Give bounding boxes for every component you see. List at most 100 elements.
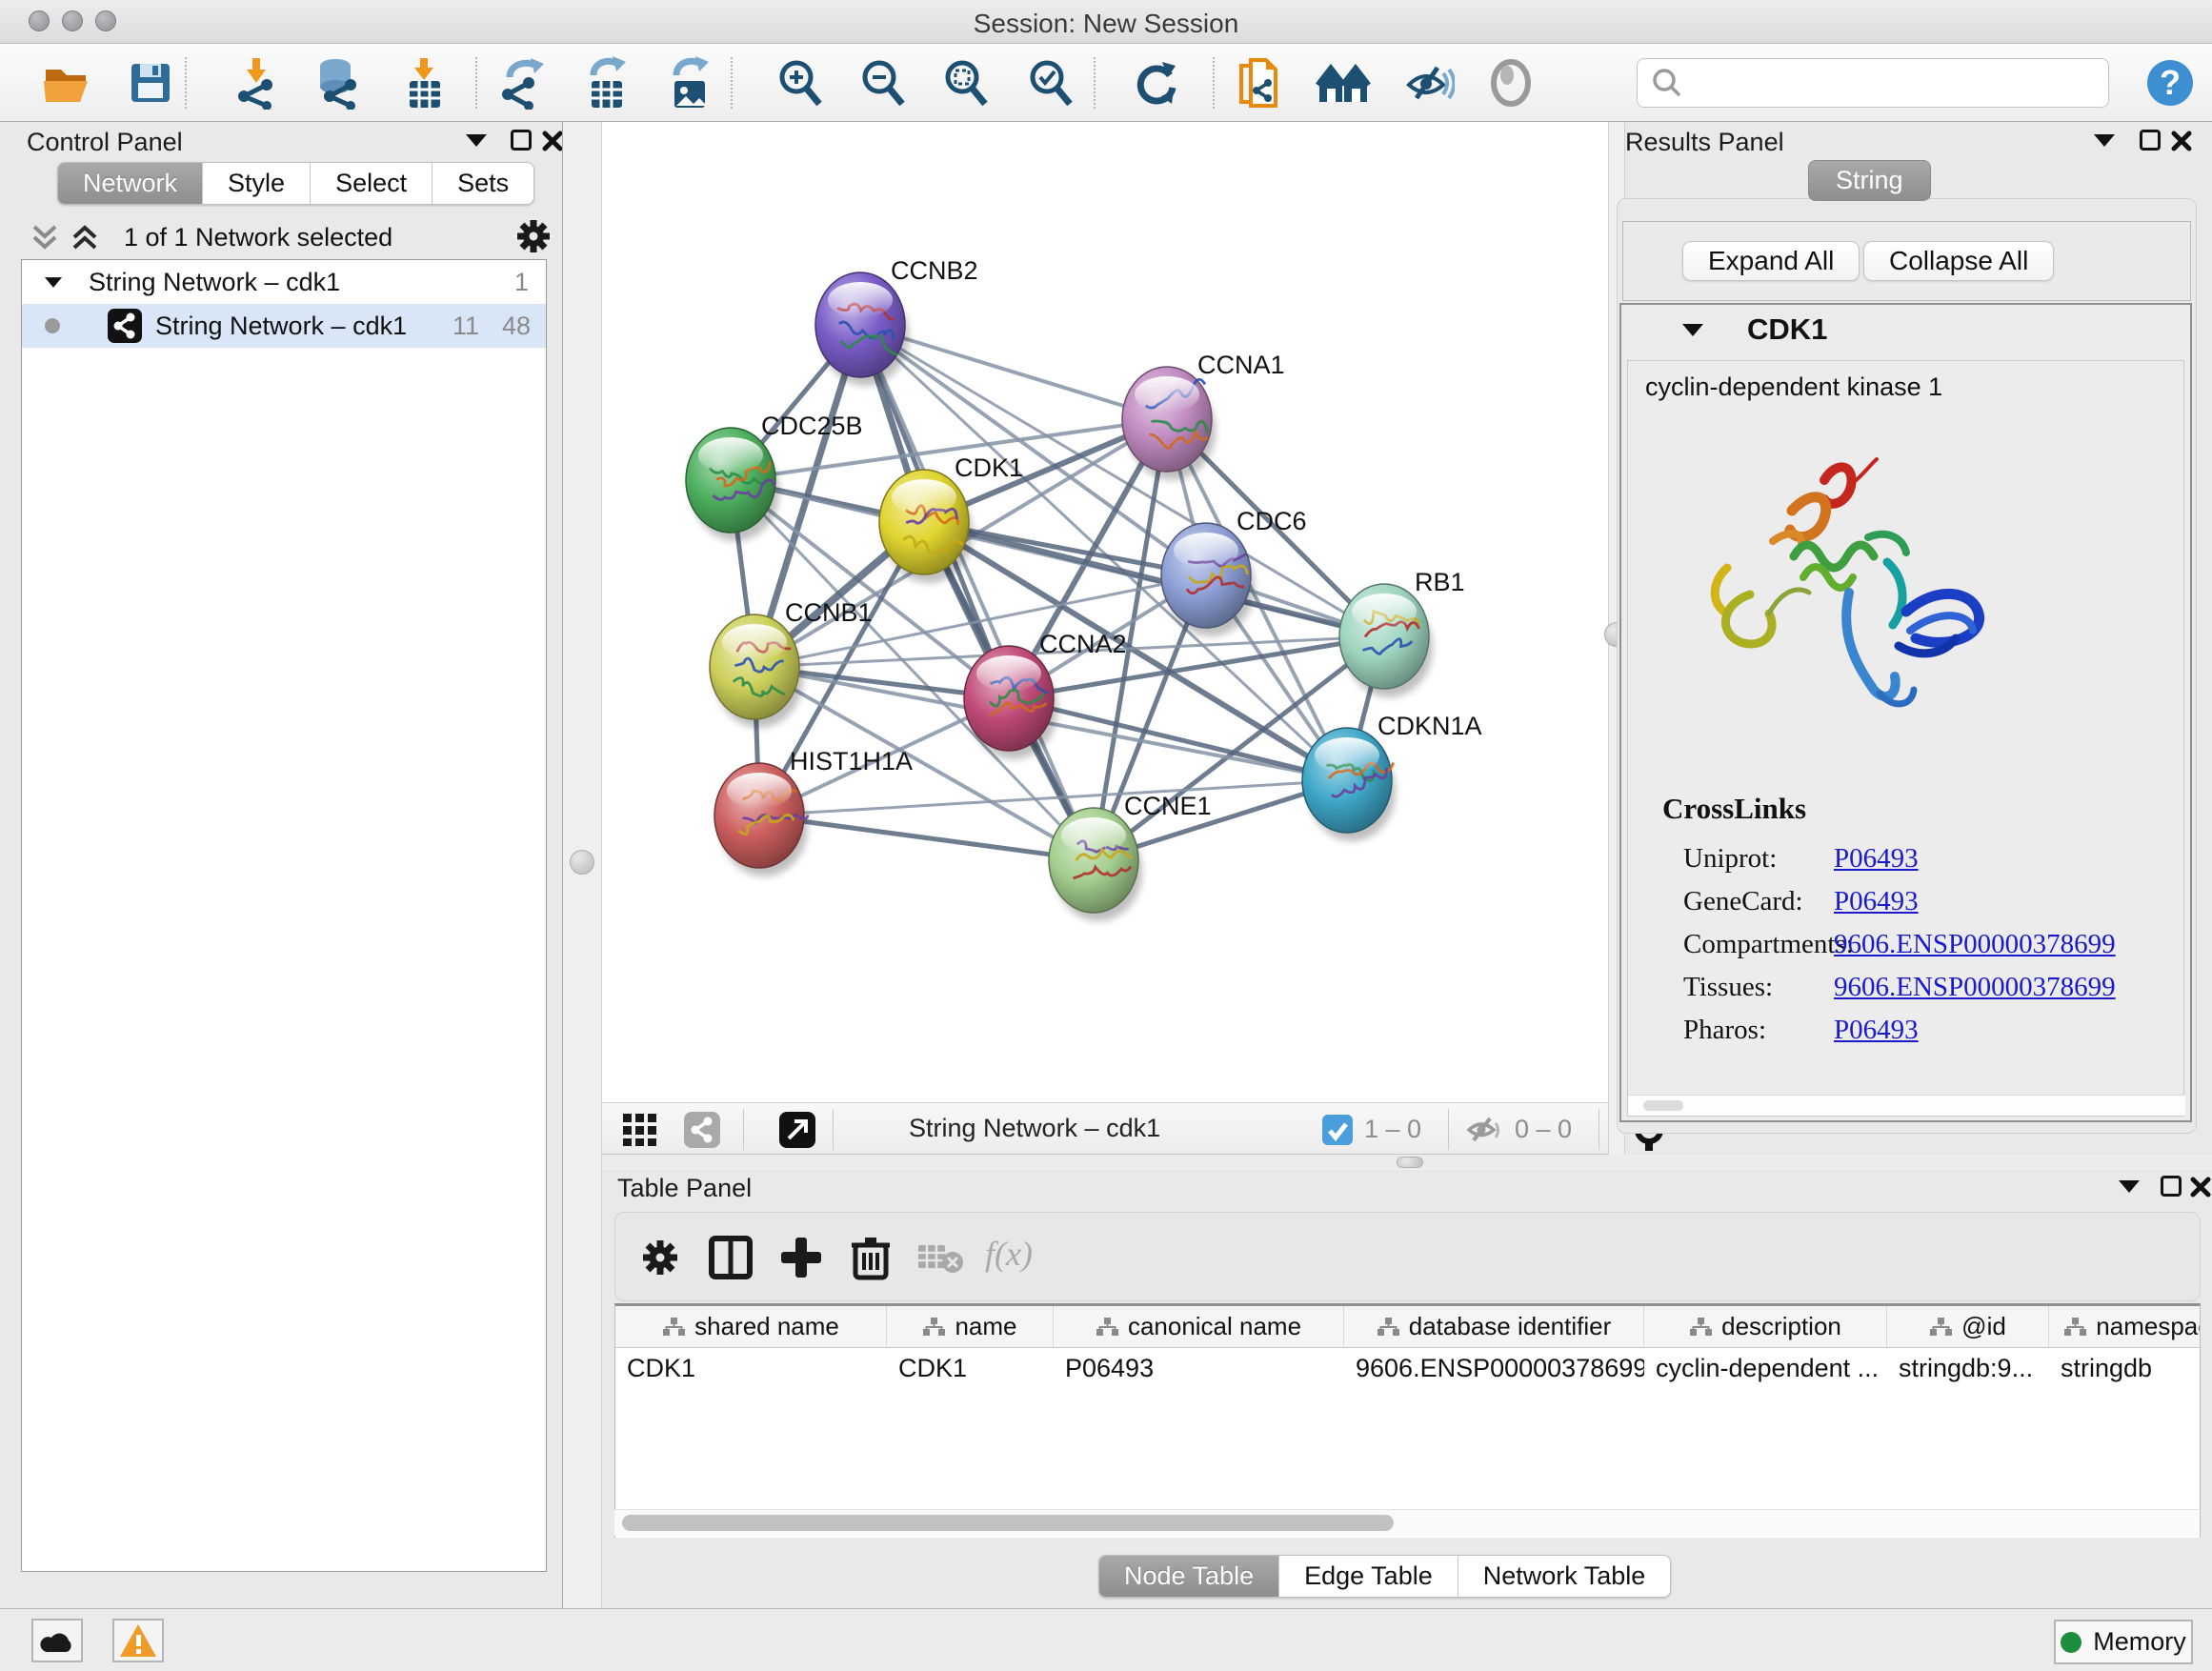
zoom-out-icon[interactable] [855,54,912,111]
network-options-gear-icon[interactable] [514,217,553,255]
add-row-icon[interactable] [779,1236,823,1279]
network-tree: String Network – cdk1 1 String Network –… [21,259,547,1572]
protein-node-RB1[interactable]: RB1 [1339,568,1465,697]
table-cell[interactable]: 9606.ENSP00000378699 [1344,1354,1644,1383]
search-input[interactable] [1689,59,2108,107]
tab-select[interactable]: Select [311,163,432,204]
import-table-icon[interactable] [396,54,453,111]
protein-node-CCNA1[interactable]: CCNA1 [1122,351,1285,480]
tab-string[interactable]: String [1808,160,1931,201]
bar-divider [833,1109,834,1150]
results-panel-close-icon[interactable] [2170,130,2193,152]
results-panel-collapse-icon[interactable] [2094,134,2115,147]
network-row[interactable]: String Network – cdk1 11 48 [22,304,546,348]
table-cell[interactable]: stringdb:9... [1887,1354,2049,1383]
open-in-new-icon[interactable] [779,1112,815,1148]
column-header-namespace[interactable]: namespace [2049,1306,2201,1347]
crosslink-link[interactable]: P06493 [1834,886,1919,917]
hidden-eye-slash-icon [1465,1114,1505,1146]
protein-collapse-icon[interactable] [1682,324,1703,336]
expand-all-button[interactable]: Expand All [1682,241,1860,281]
table-cell[interactable]: P06493 [1054,1354,1344,1383]
show-all-icon[interactable] [1482,54,1539,111]
collapse-all-button[interactable]: Collapse All [1863,241,2054,281]
table-panel-collapse-icon[interactable] [2119,1180,2140,1193]
detail-scrollbar-track[interactable] [1628,1095,2185,1116]
help-icon[interactable]: ? [2142,54,2199,111]
tab-style[interactable]: Style [203,163,311,204]
table-panel-close-icon[interactable] [2189,1176,2212,1198]
save-session-icon[interactable] [122,54,179,111]
splitter-handle[interactable] [570,850,594,875]
table-cell[interactable]: cyclin-dependent ... [1644,1354,1887,1383]
clone-network-icon[interactable] [1230,54,1287,111]
results-panel-float-icon[interactable] [2140,130,2161,151]
crosslink-link[interactable]: P06493 [1834,1015,1919,1046]
table-settings-gear-icon[interactable] [640,1238,680,1278]
control-panel-close-icon[interactable] [541,130,564,152]
warning-button[interactable] [112,1619,164,1662]
tab-network[interactable]: Network [58,163,203,204]
network-canvas[interactable]: CCNB2CCNA1CDC25BCDK1CDC6RB1CCNB1CCNA2CDK… [602,122,1608,1102]
export-network-icon[interactable] [494,54,552,111]
table-cell[interactable]: stringdb [2049,1354,2201,1383]
tab-node-table[interactable]: Node Table [1099,1556,1279,1597]
memory-button[interactable]: Memory [2054,1620,2193,1664]
zoom-selected-icon[interactable] [1022,54,1079,111]
selected-checkbox-icon[interactable] [1322,1115,1353,1145]
tab-network-table[interactable]: Network Table [1458,1556,1671,1597]
column-header-shared-name[interactable]: shared name [615,1306,887,1347]
memory-status-icon [2061,1632,2081,1653]
column-type-icon [1377,1317,1399,1338]
cloud-button[interactable] [31,1619,83,1662]
column-header-description[interactable]: description [1644,1306,1887,1347]
crosslink-link[interactable]: 9606.ENSP00000378699 [1834,972,2116,1003]
import-network-icon[interactable] [229,54,286,111]
table-hscrollbar-thumb[interactable] [622,1515,1394,1531]
column-header-name[interactable]: name [887,1306,1054,1347]
zoom-in-icon[interactable] [772,54,829,111]
string-style-icon[interactable] [684,1112,720,1148]
protein-node-CDC25B[interactable]: CDC25B [686,412,863,541]
table-toolbar: f(x) [614,1212,2201,1301]
show-columns-icon[interactable] [709,1236,753,1279]
column-header--id[interactable]: @id [1887,1306,2049,1347]
export-image-icon[interactable] [661,54,718,111]
table-hscrollbar-track[interactable] [614,1509,2199,1536]
table-row[interactable]: CDK1CDK1P064939606.ENSP00000378699cyclin… [615,1348,2200,1388]
import-database-icon[interactable] [309,54,366,111]
protein-node-CDKN1A[interactable]: CDKN1A [1302,712,1482,841]
title-bar: Session: New Session [0,0,2212,44]
protein-node-CCNB2[interactable]: CCNB2 [815,256,978,386]
crosslink-link[interactable]: 9606.ENSP00000378699 [1834,929,2116,960]
column-header-database-identifier[interactable]: database identifier [1344,1306,1644,1347]
hide-selected-icon[interactable] [1399,54,1457,111]
delete-row-trash-icon[interactable] [850,1234,892,1281]
network-collection-row[interactable]: String Network – cdk1 1 [22,260,546,304]
protein-structure-image[interactable] [1681,445,2005,750]
table-cell[interactable]: CDK1 [887,1354,1054,1383]
vertical-splitter[interactable] [562,122,602,1608]
protein-node-CDC6[interactable]: CDC6 [1161,507,1307,636]
birds-eye-grid-icon[interactable] [623,1114,657,1146]
function-builder-icon: f(x) [985,1234,1033,1274]
table-panel-float-icon[interactable] [2161,1176,2182,1197]
refresh-icon[interactable] [1128,54,1185,111]
control-panel-float-icon[interactable] [511,130,532,151]
tree-expand-icon[interactable] [45,277,62,288]
splitter-handle[interactable] [1397,1157,1423,1168]
first-neighbors-icon[interactable] [1316,54,1373,111]
tab-edge-table[interactable]: Edge Table [1279,1556,1458,1597]
table-cell[interactable]: CDK1 [615,1354,887,1383]
tab-sets[interactable]: Sets [432,163,533,204]
zoom-fit-icon[interactable] [937,54,995,111]
expand-all-networks-icon[interactable] [69,221,101,253]
crosslink-link[interactable]: P06493 [1834,843,1919,875]
collapse-all-networks-icon[interactable] [29,221,61,253]
detail-scrollbar-thumb[interactable] [1643,1100,1683,1111]
network-edges [731,325,1384,860]
open-session-icon[interactable] [38,54,95,111]
control-panel-collapse-icon[interactable] [466,134,487,147]
column-header-canonical-name[interactable]: canonical name [1054,1306,1344,1347]
export-table-icon[interactable] [578,54,635,111]
